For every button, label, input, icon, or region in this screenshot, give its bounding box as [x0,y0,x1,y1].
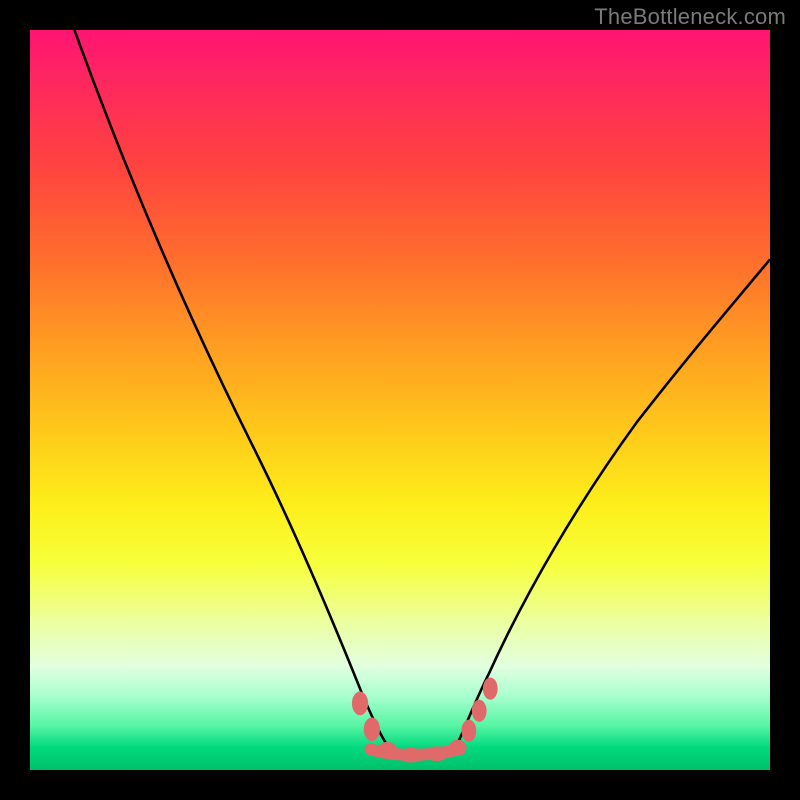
chart-frame: TheBottleneck.com [0,0,800,800]
plot-area [30,30,770,770]
curve-left [74,30,389,748]
curve-right [456,259,771,747]
curve-layer [30,30,770,770]
watermark-text: TheBottleneck.com [594,4,786,30]
